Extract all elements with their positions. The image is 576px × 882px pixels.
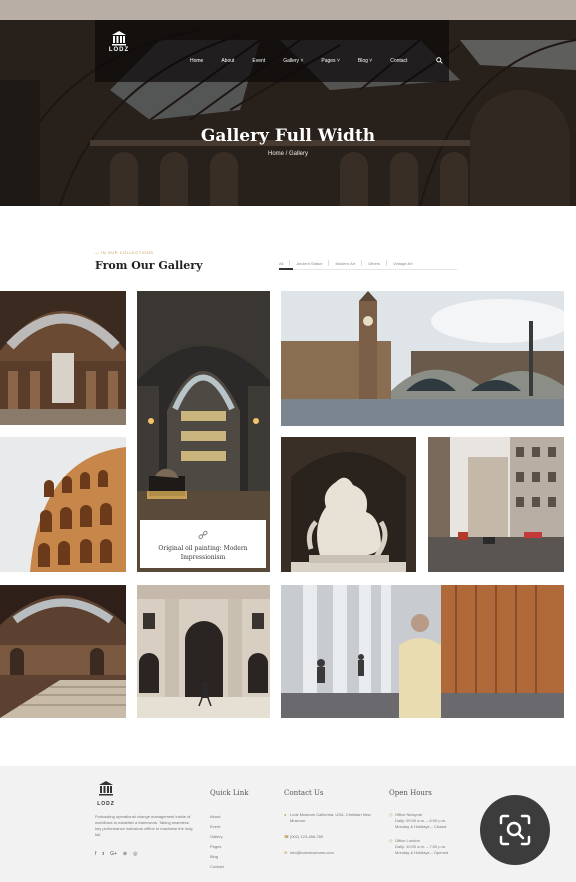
google-plus-icon[interactable]: G+ <box>110 851 117 857</box>
gallery-item-staircase-hall[interactable] <box>0 585 126 718</box>
gallery-item-stone-doorway[interactable] <box>137 585 270 718</box>
top-strip <box>0 0 576 20</box>
filter-ancient-statue[interactable]: Ancient Statue <box>296 261 322 266</box>
gallery-item-caption[interactable]: Original oil painting: Modern Impression… <box>140 520 266 568</box>
caption-text: Original oil painting: Modern Impression… <box>158 545 248 561</box>
gallery-filter-bar: All Ancient Statue Modern Art Others Vin… <box>279 258 457 268</box>
nav-item-contact[interactable]: Contact <box>390 58 407 64</box>
filter-divider <box>289 260 291 266</box>
navbar-background <box>95 20 449 82</box>
contact-heading: Contact Us <box>284 789 324 797</box>
contact-address: ● Lodz Museum California, USA, Christian… <box>284 812 384 824</box>
hours-newyork: ◷ Office Newyork Daily: 09:00 a.m. – 6:0… <box>389 812 469 830</box>
filter-vintage-art[interactable]: Vintage Art <box>393 261 413 266</box>
nav-item-pages[interactable]: Pages ˅ <box>321 58 340 64</box>
quick-links-list: About Event Gallery Pages Blog Contact <box>210 812 224 872</box>
social-links: f 𝐭 G+ ⊕ ◎ <box>95 851 137 857</box>
contact-phone-text[interactable]: (002) 123-456-789 <box>290 834 323 840</box>
filter-active-indicator <box>279 268 293 270</box>
nav-item-about[interactable]: About <box>221 58 234 64</box>
contact-address-text: Lodz Museum California, USA, Christian N… <box>290 812 371 823</box>
footer-description: Podcasting operational change management… <box>95 814 193 837</box>
hours-line: Monday & Holidays – Opened <box>395 850 449 855</box>
gallery-item-laocoon-statue[interactable] <box>281 437 416 572</box>
filter-underline <box>279 269 457 270</box>
filter-modern-art[interactable]: Modern Art <box>335 261 355 266</box>
footer-logo-text: LODZ <box>97 801 115 807</box>
image-search-button[interactable] <box>480 795 550 865</box>
quick-link-pages[interactable]: Pages <box>210 842 224 852</box>
temple-icon <box>112 31 126 46</box>
main-nav: Home About Event Gallery ˅ Pages ˅ Blog … <box>190 57 443 64</box>
pinterest-icon[interactable]: ⊕ <box>123 851 127 857</box>
contact-list: ● Lodz Museum California, USA, Christian… <box>284 812 384 866</box>
gallery-item-city-street[interactable] <box>428 437 564 572</box>
filter-divider <box>386 260 388 266</box>
section-kicker: — IN OUR COLLECTIONS <box>95 250 154 255</box>
search-icon[interactable] <box>436 57 443 64</box>
site-logo[interactable]: LODZ <box>108 30 130 62</box>
hero-banner <box>0 20 576 206</box>
page-title: Gallery Full Width <box>200 126 376 146</box>
nav-item-blog[interactable]: Blog ˅ <box>358 58 372 64</box>
quick-link-about[interactable]: About <box>210 812 224 822</box>
quick-link-contact[interactable]: Contact <box>210 862 224 872</box>
logo-text: LODZ <box>108 47 130 53</box>
nav-item-event[interactable]: Event <box>252 58 265 64</box>
page: LODZ Home About Event Gallery ˅ Pages ˅ … <box>0 0 576 882</box>
gallery-item-big-ben[interactable] <box>281 291 564 426</box>
contact-phone: ☎ (002) 123-456-789 <box>284 834 384 840</box>
image-search-icon <box>499 814 531 846</box>
quick-link-heading: Quick Link <box>210 789 249 797</box>
gallery-item-gallery-visitors[interactable] <box>281 585 564 718</box>
section-title: From Our Gallery <box>95 259 203 272</box>
instagram-icon[interactable]: ◎ <box>133 851 137 857</box>
contact-email-text[interactable]: info@lodzmuseums.com <box>290 850 334 856</box>
filter-divider <box>328 260 330 266</box>
link-icon[interactable] <box>198 530 208 540</box>
facebook-icon[interactable]: f <box>95 851 96 857</box>
hours-london: ◷ Office London Daily: 10:00 a.m. – 7:00… <box>389 838 469 856</box>
breadcrumb[interactable]: Home / Gallery <box>0 151 576 157</box>
twitter-icon[interactable]: 𝐭 <box>102 851 104 857</box>
quick-link-event[interactable]: Event <box>210 822 224 832</box>
temple-icon <box>99 781 113 796</box>
quick-link-gallery[interactable]: Gallery <box>210 832 224 842</box>
contact-email: ✉ info@lodzmuseums.com <box>284 850 384 856</box>
nav-item-gallery[interactable]: Gallery ˅ <box>283 58 303 64</box>
filter-others[interactable]: Others <box>368 261 380 266</box>
nav-item-home[interactable]: Home <box>190 58 203 64</box>
filter-all[interactable]: All <box>279 261 283 266</box>
filter-divider <box>361 260 363 266</box>
open-hours-list: ◷ Office Newyork Daily: 09:00 a.m. – 6:0… <box>389 812 469 864</box>
quick-link-blog[interactable]: Blog <box>210 852 224 862</box>
gallery-item-colosseum[interactable] <box>0 437 126 572</box>
gallery-item-museum-hall[interactable] <box>0 291 126 425</box>
hours-line: Monday & Holidays – Closed <box>395 824 447 829</box>
open-hours-heading: Open Hours <box>389 789 432 797</box>
footer-logo[interactable]: LODZ <box>95 780 117 807</box>
